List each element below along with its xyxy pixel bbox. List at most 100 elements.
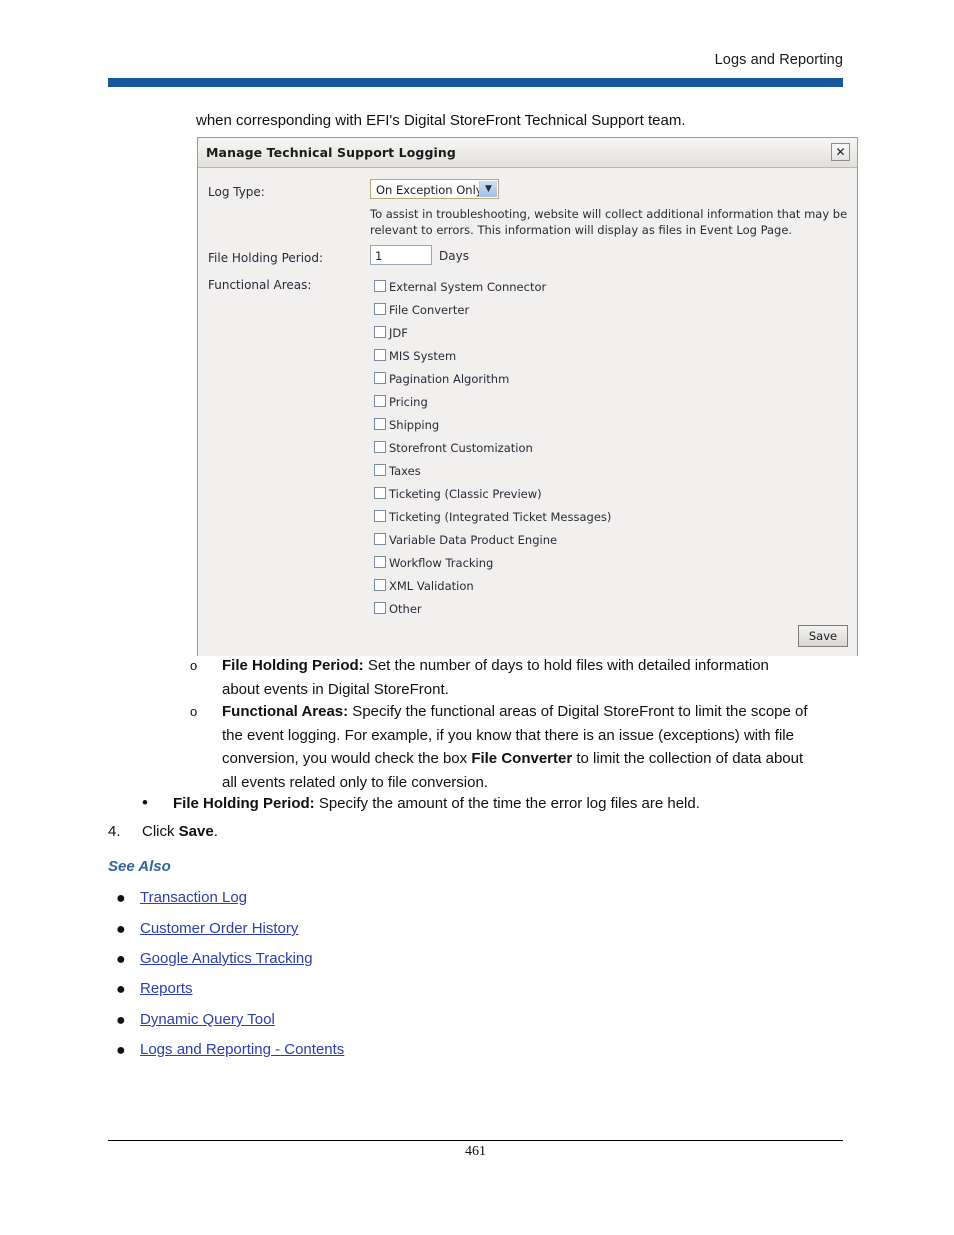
days-unit-label: Days bbox=[439, 249, 469, 263]
sub-bullet-marker: o bbox=[190, 704, 198, 719]
step-number-marker: 4. bbox=[108, 823, 121, 840]
checkbox-icon[interactable] bbox=[374, 417, 386, 430]
checkbox-label: Other bbox=[389, 602, 422, 616]
footer-rule bbox=[108, 1140, 843, 1141]
log-type-selected-value: On Exception Only bbox=[376, 183, 483, 197]
page-number: 461 bbox=[465, 1144, 486, 1159]
checkbox-row[interactable]: Ticketing (Classic Preview) bbox=[374, 481, 611, 504]
item1-line2: about events in Digital StoreFront. bbox=[222, 680, 449, 698]
dialog-body: Log Type: On Exception Only ▼ To assist … bbox=[198, 168, 857, 656]
checkbox-icon[interactable] bbox=[374, 532, 386, 545]
checkbox-row[interactable]: Taxes bbox=[374, 458, 611, 481]
checkbox-icon[interactable] bbox=[374, 486, 386, 499]
link-bullet: ● bbox=[116, 890, 126, 907]
outline-item-file-holding-period: File Holding Period: Set the number of d… bbox=[222, 654, 862, 701]
checkbox-row[interactable]: Workflow Tracking bbox=[374, 550, 611, 573]
outline-item-functional-areas: Functional Areas: Specify the functional… bbox=[222, 700, 862, 794]
checkbox-label: XML Validation bbox=[389, 579, 474, 593]
checkbox-icon[interactable] bbox=[374, 555, 386, 568]
checkbox-row[interactable]: Pricing bbox=[374, 389, 611, 412]
checkbox-label: Taxes bbox=[389, 464, 421, 478]
functional-areas-checklist: External System Connector File Converter… bbox=[374, 274, 611, 619]
dialog-titlebar: Manage Technical Support Logging ✕ bbox=[198, 138, 857, 168]
checkbox-icon[interactable] bbox=[374, 509, 386, 522]
item2-line2: the event logging. For example, if you k… bbox=[222, 726, 794, 744]
log-type-help-text: To assist in troubleshooting, website wi… bbox=[370, 207, 848, 237]
checkbox-label: MIS System bbox=[389, 349, 457, 363]
checkbox-row[interactable]: Shipping bbox=[374, 412, 611, 435]
link-customer-order-history[interactable]: Customer Order History bbox=[140, 920, 298, 937]
checkbox-row[interactable]: Other bbox=[374, 596, 611, 619]
checkbox-row[interactable]: Variable Data Product Engine bbox=[374, 527, 611, 550]
log-type-select[interactable]: On Exception Only ▼ bbox=[370, 179, 499, 199]
outline-level1-file-holding-period: File Holding Period: Specify the amount … bbox=[173, 792, 700, 816]
link-bullet: ● bbox=[116, 1012, 126, 1029]
item2-line3-b: to limit the collection of data about bbox=[572, 750, 804, 767]
checkbox-icon[interactable] bbox=[374, 302, 386, 315]
close-icon[interactable]: ✕ bbox=[831, 143, 850, 161]
link-bullet: ● bbox=[116, 981, 126, 998]
checkbox-icon[interactable] bbox=[374, 325, 386, 338]
item2-line4: all events related only to file conversi… bbox=[222, 773, 488, 791]
checkbox-row[interactable]: XML Validation bbox=[374, 573, 611, 596]
link-logs-and-reporting-contents[interactable]: Logs and Reporting - Contents bbox=[140, 1041, 344, 1058]
step4-text-b: . bbox=[213, 823, 218, 840]
link-dynamic-query-tool[interactable]: Dynamic Query Tool bbox=[140, 1011, 275, 1028]
step-4-click-save: Click Save. bbox=[142, 823, 218, 840]
item2-line1: Specify the functional areas of Digital … bbox=[348, 703, 808, 720]
chevron-down-icon[interactable]: ▼ bbox=[479, 181, 497, 197]
checkbox-icon[interactable] bbox=[374, 394, 386, 407]
checkbox-icon[interactable] bbox=[374, 371, 386, 384]
item2-line3-a: conversion, you would check the box bbox=[222, 750, 472, 767]
functional-areas-label: Functional Areas: bbox=[208, 278, 312, 292]
checkbox-label: External System Connector bbox=[389, 280, 547, 294]
term-file-holding-period-2: File Holding Period: bbox=[173, 795, 315, 812]
checkbox-icon[interactable] bbox=[374, 601, 386, 614]
level1-bullet-marker: • bbox=[142, 793, 148, 812]
link-google-analytics-tracking[interactable]: Google Analytics Tracking bbox=[140, 950, 313, 967]
running-header: Logs and Reporting bbox=[714, 52, 843, 68]
checkbox-row[interactable]: File Converter bbox=[374, 297, 611, 320]
term-file-holding-period: File Holding Period: bbox=[222, 657, 364, 674]
checkbox-row[interactable]: External System Connector bbox=[374, 274, 611, 297]
term-file-converter: File Converter bbox=[471, 750, 573, 767]
checkbox-row[interactable]: MIS System bbox=[374, 343, 611, 366]
checkbox-label: Pagination Algorithm bbox=[389, 372, 510, 386]
checkbox-label: Storefront Customization bbox=[389, 441, 533, 455]
link-bullet: ● bbox=[116, 921, 126, 938]
checkbox-icon[interactable] bbox=[374, 279, 386, 292]
checkbox-row[interactable]: Pagination Algorithm bbox=[374, 366, 611, 389]
checkbox-label: Variable Data Product Engine bbox=[389, 533, 558, 547]
checkbox-row[interactable]: Storefront Customization bbox=[374, 435, 611, 458]
checkbox-icon[interactable] bbox=[374, 348, 386, 361]
step4-bold-save: Save bbox=[178, 823, 214, 840]
header-accent-rule bbox=[108, 78, 843, 87]
checkbox-label: Pricing bbox=[389, 395, 428, 409]
intro-paragraph: when corresponding with EFI's Digital St… bbox=[196, 112, 686, 129]
term-functional-areas: Functional Areas: bbox=[222, 703, 349, 720]
item1-line1: Set the number of days to hold files wit… bbox=[363, 657, 769, 674]
checkbox-icon[interactable] bbox=[374, 463, 386, 476]
link-reports[interactable]: Reports bbox=[140, 980, 193, 997]
link-transaction-log[interactable]: Transaction Log bbox=[140, 889, 247, 906]
checkbox-row[interactable]: JDF bbox=[374, 320, 611, 343]
checkbox-label: File Converter bbox=[389, 303, 470, 317]
checkbox-label: Ticketing (Classic Preview) bbox=[389, 487, 542, 501]
checkbox-label: Shipping bbox=[389, 418, 440, 432]
file-holding-period-label: File Holding Period: bbox=[208, 251, 324, 265]
log-type-label: Log Type: bbox=[208, 185, 265, 199]
save-button[interactable]: Save bbox=[798, 625, 848, 647]
step4-text-a: Click bbox=[142, 823, 179, 840]
checkbox-label: Workflow Tracking bbox=[389, 556, 494, 570]
checkbox-label: Ticketing (Integrated Ticket Messages) bbox=[389, 510, 612, 524]
link-bullet: ● bbox=[116, 951, 126, 968]
link-bullet: ● bbox=[116, 1042, 126, 1059]
dialog-title: Manage Technical Support Logging bbox=[206, 145, 456, 160]
checkbox-icon[interactable] bbox=[374, 440, 386, 453]
checkbox-row[interactable]: Ticketing (Integrated Ticket Messages) bbox=[374, 504, 611, 527]
see-also-heading: See Also bbox=[108, 858, 171, 875]
sub-bullet-marker: o bbox=[190, 658, 198, 673]
file-holding-period-input[interactable] bbox=[370, 245, 432, 265]
manage-technical-support-logging-dialog: Manage Technical Support Logging ✕ Log T… bbox=[197, 137, 858, 656]
checkbox-icon[interactable] bbox=[374, 578, 386, 591]
